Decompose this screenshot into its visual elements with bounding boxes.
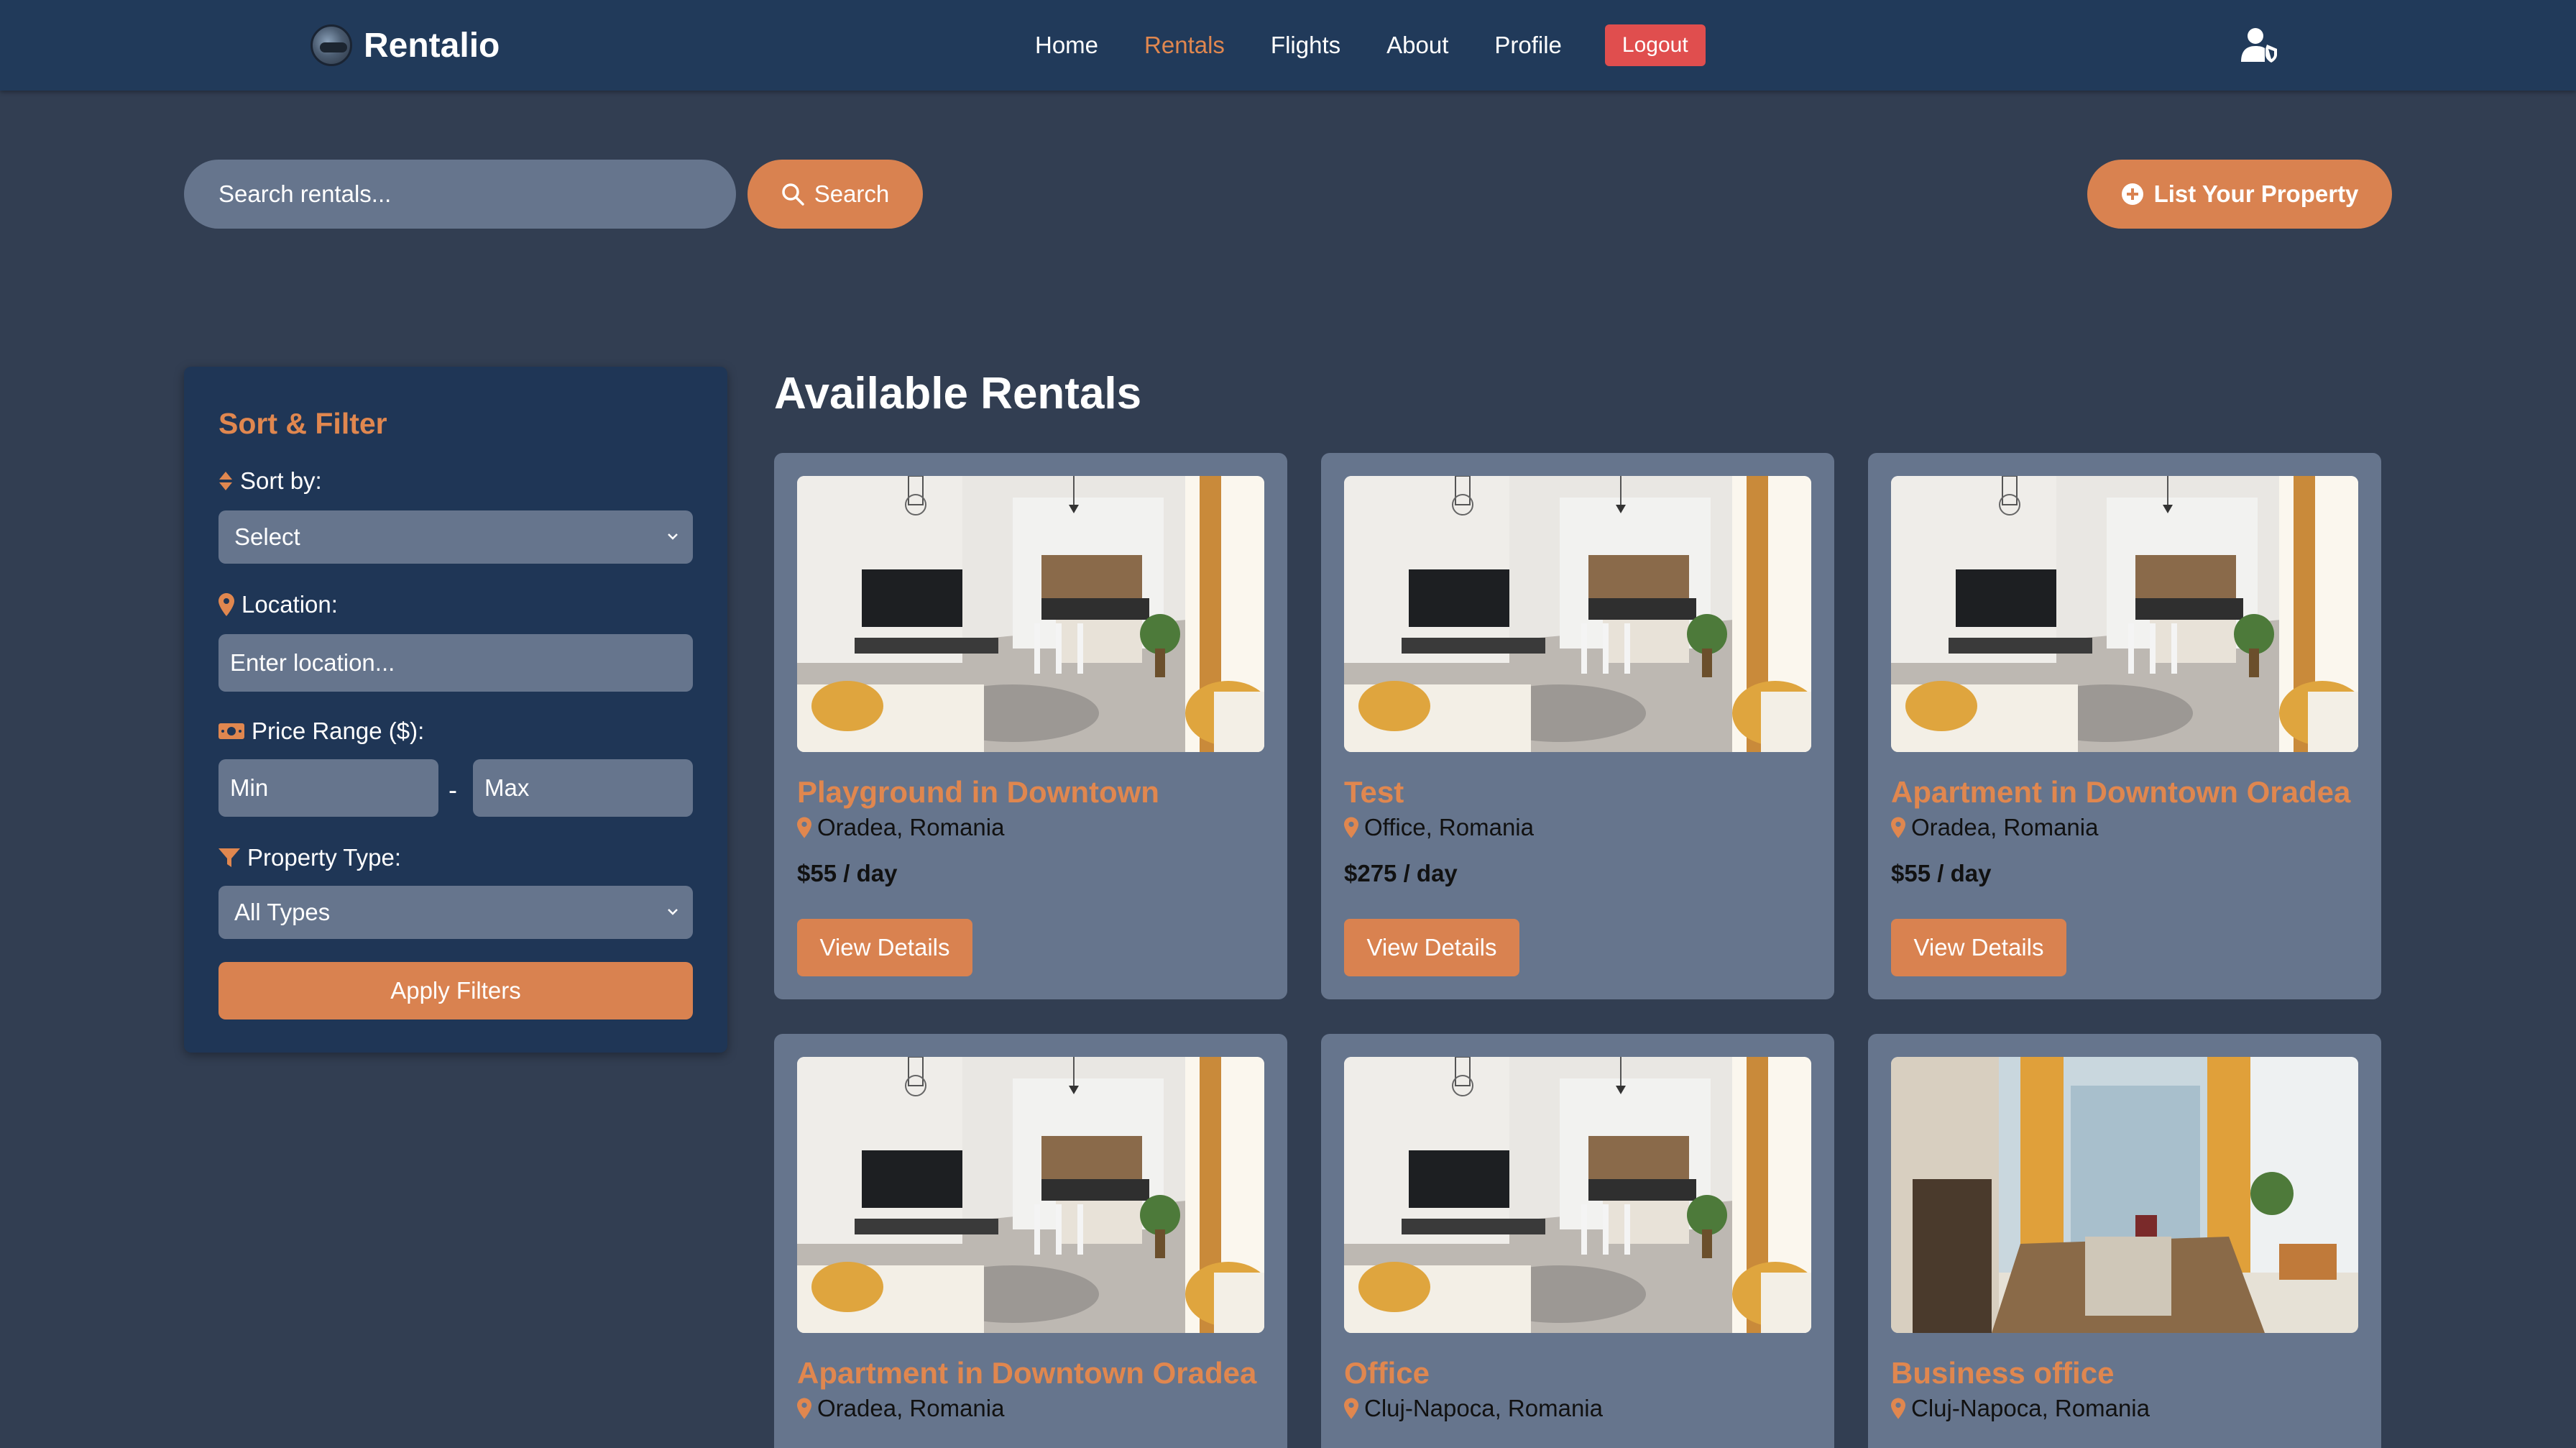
kitchen-dining-photo (1891, 1057, 2358, 1333)
rental-title[interactable]: Apartment in Downtown Oradea (1891, 775, 2350, 810)
price-max-input[interactable] (473, 759, 693, 817)
rental-location: Oradea, Romania (797, 814, 1004, 841)
search-icon (781, 183, 804, 206)
rental-location: Cluj-Napoca, Romania (1344, 1395, 1603, 1422)
map-pin-icon (1891, 1398, 1905, 1419)
sort-select[interactable]: Select (218, 510, 693, 564)
sort-label: Sort by: (218, 467, 322, 495)
rental-image[interactable] (1344, 476, 1811, 752)
price-range-label: Price Range ($): (218, 718, 424, 745)
rental-price: $55 / day (797, 860, 898, 886)
globe-logo-icon (310, 24, 352, 66)
search-input[interactable] (184, 160, 736, 229)
rental-location: Oradea, Romania (797, 1395, 1004, 1422)
map-pin-icon (218, 593, 234, 616)
search-button-label: Search (814, 180, 890, 207)
rental-image[interactable] (1344, 1057, 1811, 1333)
list-property-button[interactable]: List Your Property (2087, 160, 2392, 229)
rental-title[interactable]: Playground in Downtown (797, 775, 1159, 810)
rental-card: Apartment in Downtown Oradea Oradea, Rom… (774, 1034, 1287, 1448)
navbar: Rentalio Home Rentals Flights About Prof… (0, 0, 2576, 91)
view-details-button[interactable]: View Details (797, 919, 972, 976)
rental-image[interactable] (797, 476, 1264, 752)
money-bill-icon (218, 723, 244, 739)
rentals-title: Available Rentals (774, 369, 1142, 418)
price-separator: - (448, 775, 457, 805)
rental-location-text: Cluj-Napoca, Romania (1911, 1395, 2150, 1421)
rental-location-text: Office, Romania (1364, 814, 1534, 840)
filter-funnel-icon (218, 848, 240, 867)
rental-card: Apartment in Downtown Oradea Oradea, Rom… (1868, 453, 2381, 999)
living-room-photo (797, 476, 1264, 752)
rental-image[interactable] (1891, 476, 2358, 752)
list-property-label: List Your Property (2153, 180, 2359, 207)
chevron-down-icon (668, 909, 678, 915)
plus-circle-icon (2121, 183, 2143, 205)
sidebar-title: Sort & Filter (218, 407, 387, 440)
nav-link-flights[interactable]: Flights (1271, 32, 1340, 59)
chevron-down-icon (668, 533, 678, 540)
rental-price: $275 / day (1344, 860, 1458, 886)
view-details-button[interactable]: View Details (1891, 919, 2066, 976)
living-room-photo (1344, 476, 1811, 752)
rental-title[interactable]: Business office (1891, 1356, 2114, 1390)
view-details-button[interactable]: View Details (1344, 919, 1519, 976)
user-shield-icon[interactable] (2241, 27, 2278, 63)
nav-link-home[interactable]: Home (1035, 32, 1098, 59)
rental-location-text: Oradea, Romania (817, 814, 1005, 840)
rental-location-text: Oradea, Romania (1911, 814, 2099, 840)
rental-image[interactable] (1891, 1057, 2358, 1333)
nav-link-profile[interactable]: Profile (1494, 32, 1562, 59)
rental-card: Playground in Downtown Oradea, Romania $… (774, 453, 1287, 999)
price-min-input[interactable] (218, 759, 438, 817)
nav-link-about[interactable]: About (1386, 32, 1448, 59)
rental-card: Test Office, Romania $275 / day View Det… (1321, 453, 1834, 999)
rental-location-text: Oradea, Romania (817, 1395, 1005, 1421)
nav-link-rentals[interactable]: Rentals (1144, 32, 1225, 59)
rental-title[interactable]: Office (1344, 1356, 1430, 1390)
rental-location: Cluj-Napoca, Romania (1891, 1395, 2150, 1422)
rental-price: $55 / day (1891, 860, 1992, 886)
sort-icon (219, 472, 232, 490)
apply-filters-button[interactable]: Apply Filters (218, 962, 693, 1019)
logout-button[interactable]: Logout (1604, 24, 1706, 66)
map-pin-icon (1344, 817, 1358, 838)
search-button[interactable]: Search (748, 160, 923, 229)
property-type-select[interactable]: All Types (218, 886, 693, 939)
rental-title[interactable]: Apartment in Downtown Oradea (797, 1356, 1256, 1390)
living-room-photo (1344, 1057, 1811, 1333)
map-pin-icon (1891, 817, 1905, 838)
living-room-photo (797, 1057, 1264, 1333)
rental-image[interactable] (797, 1057, 1264, 1333)
filter-sidebar: Sort & Filter Sort by: Select Location: … (184, 367, 727, 1053)
rental-location: Office, Romania (1344, 814, 1534, 841)
brand[interactable]: Rentalio (310, 22, 500, 69)
rental-card: Business office Cluj-Napoca, Romania (1868, 1034, 2381, 1448)
rental-location: Oradea, Romania (1891, 814, 2098, 841)
rental-location-text: Cluj-Napoca, Romania (1364, 1395, 1603, 1421)
map-pin-icon (1344, 1398, 1358, 1419)
rental-card: Office Cluj-Napoca, Romania (1321, 1034, 1834, 1448)
location-input[interactable] (218, 634, 693, 692)
living-room-photo (1891, 476, 2358, 752)
rental-title[interactable]: Test (1344, 775, 1404, 810)
map-pin-icon (797, 817, 811, 838)
brand-name: Rentalio (364, 26, 500, 65)
map-pin-icon (797, 1398, 811, 1419)
location-label: Location: (218, 591, 338, 618)
property-type-label: Property Type: (218, 844, 401, 871)
nav-links: Home Rentals Flights About Profile Logou… (1035, 24, 1706, 66)
